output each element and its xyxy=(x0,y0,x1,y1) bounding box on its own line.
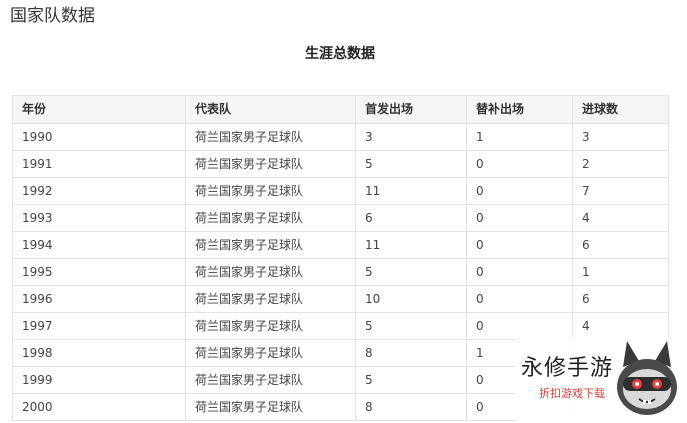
cell-goals: 1 xyxy=(572,258,669,286)
cell-year: 1994 xyxy=(12,231,186,259)
cell-goals: 4 xyxy=(572,312,669,340)
header-starts: 首发出场 xyxy=(355,95,467,124)
cell-team: 荷兰国家男子足球队 xyxy=(185,285,356,313)
table-row: 1991 荷兰国家男子足球队 5 0 2 xyxy=(12,150,669,178)
cell-starts: 6 xyxy=(355,204,467,232)
table-row: 1997 荷兰国家男子足球队 5 0 4 xyxy=(12,312,669,340)
cell-starts: 5 xyxy=(355,150,467,178)
cell-year: 2000 xyxy=(12,393,186,421)
table-header-row: 年份 代表队 首发出场 替补出场 进球数 xyxy=(12,95,669,124)
cell-sub-apps: 1 xyxy=(466,123,573,151)
header-team: 代表队 xyxy=(185,95,356,124)
cell-starts: 5 xyxy=(355,312,467,340)
cell-team: 荷兰国家男子足球队 xyxy=(185,123,356,151)
cell-starts: 11 xyxy=(355,231,467,259)
cell-goals: 2 xyxy=(572,150,669,178)
table-caption: 生涯总数据 xyxy=(305,46,375,62)
cell-sub-apps: 0 xyxy=(466,285,573,313)
cell-team: 荷兰国家男子足球队 xyxy=(185,393,356,421)
header-sub-apps: 替补出场 xyxy=(466,95,573,124)
cell-sub-apps: 0 xyxy=(466,231,573,259)
watermark-brand: 永修手游 xyxy=(521,356,614,381)
cell-goals: 7 xyxy=(572,177,669,205)
cell-year: 1998 xyxy=(12,339,186,367)
table-row: 1992 荷兰国家男子足球队 11 0 7 xyxy=(12,177,669,205)
cell-sub-apps: 0 xyxy=(466,150,573,178)
cell-year: 1993 xyxy=(12,204,186,232)
table-row: 1994 荷兰国家男子足球队 11 0 6 xyxy=(12,231,669,259)
table-row: 1993 荷兰国家男子足球队 6 0 4 xyxy=(12,204,669,232)
cell-sub-apps: 0 xyxy=(466,258,573,286)
cell-year: 1999 xyxy=(12,366,186,394)
cell-year: 1992 xyxy=(12,177,186,205)
cell-team: 荷兰国家男子足球队 xyxy=(185,366,356,394)
cell-year: 1991 xyxy=(12,150,186,178)
cell-year: 1990 xyxy=(12,123,186,151)
watermark: 永修手游 折扣游戏下载 xyxy=(515,337,687,423)
table-row: 1996 荷兰国家男子足球队 10 0 6 xyxy=(12,285,669,313)
cell-year: 1995 xyxy=(12,258,186,286)
cell-goals: 6 xyxy=(572,285,669,313)
cell-team: 荷兰国家男子足球队 xyxy=(185,204,356,232)
cell-team: 荷兰国家男子足球队 xyxy=(185,339,356,367)
cell-starts: 5 xyxy=(355,366,467,394)
cell-sub-apps: 0 xyxy=(466,204,573,232)
header-year: 年份 xyxy=(12,95,186,124)
watermark-tagline: 折扣游戏下载 xyxy=(539,387,605,400)
cell-starts: 8 xyxy=(355,393,467,421)
cell-starts: 10 xyxy=(355,285,467,313)
cell-team: 荷兰国家男子足球队 xyxy=(185,177,356,205)
cell-goals: 4 xyxy=(572,204,669,232)
cell-sub-apps: 0 xyxy=(466,177,573,205)
cell-sub-apps: 0 xyxy=(466,312,573,340)
cell-team: 荷兰国家男子足球队 xyxy=(185,150,356,178)
table-row: 1995 荷兰国家男子足球队 5 0 1 xyxy=(12,258,669,286)
cell-year: 1996 xyxy=(12,285,186,313)
cell-starts: 8 xyxy=(355,339,467,367)
section-title: 国家队数据 xyxy=(10,6,95,26)
header-goals: 进球数 xyxy=(572,95,669,124)
cell-team: 荷兰国家男子足球队 xyxy=(185,312,356,340)
cell-starts: 11 xyxy=(355,177,467,205)
cell-team: 荷兰国家男子足球队 xyxy=(185,231,356,259)
cell-year: 1997 xyxy=(12,312,186,340)
cell-goals: 3 xyxy=(572,123,669,151)
table-row: 1990 荷兰国家男子足球队 3 1 3 xyxy=(12,123,669,151)
robot-head-icon xyxy=(617,341,677,415)
cell-team: 荷兰国家男子足球队 xyxy=(185,258,356,286)
cell-goals: 6 xyxy=(572,231,669,259)
cell-starts: 5 xyxy=(355,258,467,286)
cell-starts: 3 xyxy=(355,123,467,151)
